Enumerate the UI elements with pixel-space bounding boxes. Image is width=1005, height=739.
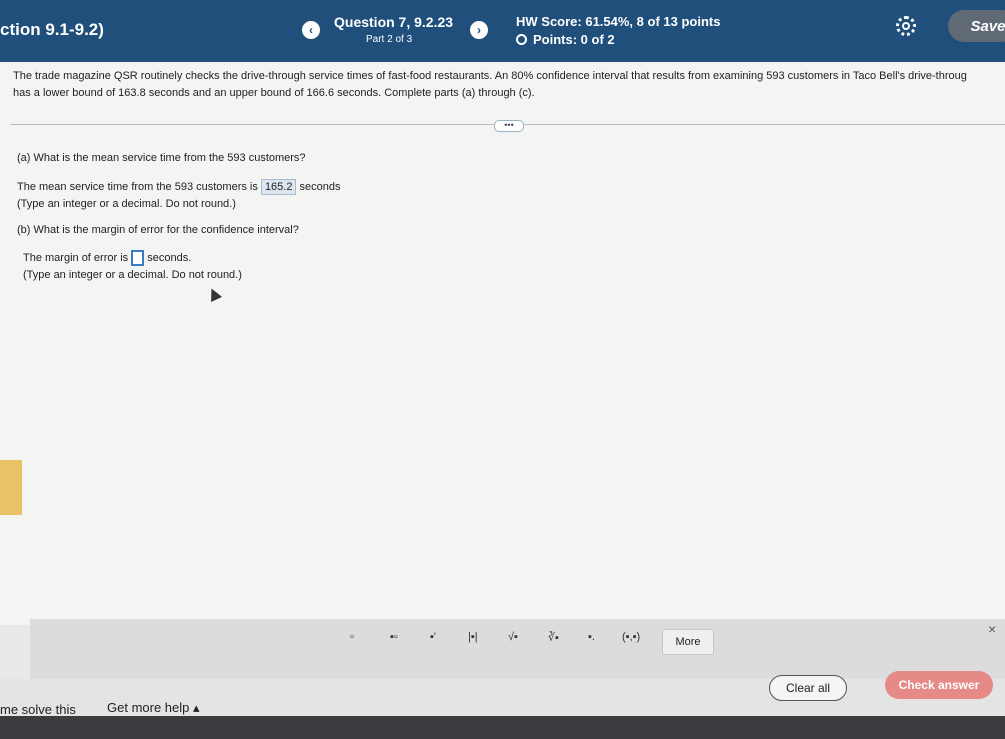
hw-score: HW Score: 61.54%, 8 of 13 points (516, 14, 721, 29)
exponent-button[interactable]: ▪' (430, 631, 436, 643)
part-b-answer-prefix: The margin of error is (23, 251, 129, 264)
part-a-question: (a) What is the mean service time from t… (17, 152, 306, 164)
problem-line-2: has a lower bound of 163.8 seconds and a… (13, 87, 535, 99)
math-toolbar: ▫ ▪▫ ▪' |▪| √▪ ∛▪ ▪. (▪,▪) More × (30, 619, 1005, 679)
mixed-number-button[interactable]: ▪▫ (390, 631, 398, 643)
header-bar: ction 9.1-9.2) ‹ Question 7, 9.2.23 Part… (0, 0, 1005, 62)
fraction-button[interactable]: ▫ (350, 631, 354, 643)
square-root-button[interactable]: √▪ (508, 631, 518, 643)
help-me-solve-link[interactable]: me solve this (0, 702, 76, 717)
mouse-cursor-icon (206, 286, 222, 302)
part-b-answer-line: The margin of error is seconds. (23, 250, 191, 266)
close-icon[interactable]: × (988, 621, 996, 637)
part-b-answer-suffix: seconds. (147, 251, 192, 264)
points-status: Points: 0 of 2 (516, 32, 615, 47)
points-ring-icon (516, 34, 527, 45)
get-more-help-link[interactable]: Get more help ▴ (107, 700, 200, 716)
next-question-button[interactable]: › (470, 21, 488, 39)
part-a-answer-value[interactable]: 165.2 (260, 179, 297, 195)
problem-line-1: The trade magazine QSR routinely checks … (13, 70, 967, 82)
cube-root-button[interactable]: ∛▪ (548, 631, 559, 644)
gear-icon[interactable] (896, 16, 916, 36)
part-a-answer-line: The mean service time from the 593 custo… (17, 179, 341, 195)
margin-of-error-input[interactable] (131, 250, 145, 266)
save-button[interactable]: Save (948, 10, 1005, 42)
part-b-hint: (Type an integer or a decimal. Do not ro… (23, 269, 242, 281)
side-tab (0, 460, 22, 515)
part-a-answer-suffix: seconds (299, 181, 341, 193)
ordered-pair-button[interactable]: (▪,▪) (622, 631, 640, 643)
clear-all-button[interactable]: Clear all (769, 675, 847, 701)
more-button[interactable]: More (662, 629, 714, 655)
absolute-value-button[interactable]: |▪| (468, 631, 478, 643)
section-title: ction 9.1-9.2) (0, 20, 104, 39)
problem-statement: The trade magazine QSR routinely checks … (13, 68, 1005, 102)
question-panel: The trade magazine QSR routinely checks … (0, 62, 1005, 625)
part-a-answer-prefix: The mean service time from the 593 custo… (17, 181, 258, 193)
check-answer-button[interactable]: Check answer (885, 671, 993, 699)
part-a-hint: (Type an integer or a decimal. Do not ro… (17, 198, 236, 210)
decimal-button[interactable]: ▪. (588, 631, 595, 643)
bottom-bar (0, 716, 1005, 739)
question-title: Question 7, 9.2.23 (334, 14, 454, 30)
part-b-question: (b) What is the margin of error for the … (17, 224, 299, 236)
previous-question-button[interactable]: ‹ (302, 21, 320, 39)
expand-dots-button[interactable]: ••• (494, 120, 524, 132)
points-text: Points: 0 of 2 (533, 32, 615, 47)
part-indicator: Part 2 of 3 (366, 34, 413, 45)
